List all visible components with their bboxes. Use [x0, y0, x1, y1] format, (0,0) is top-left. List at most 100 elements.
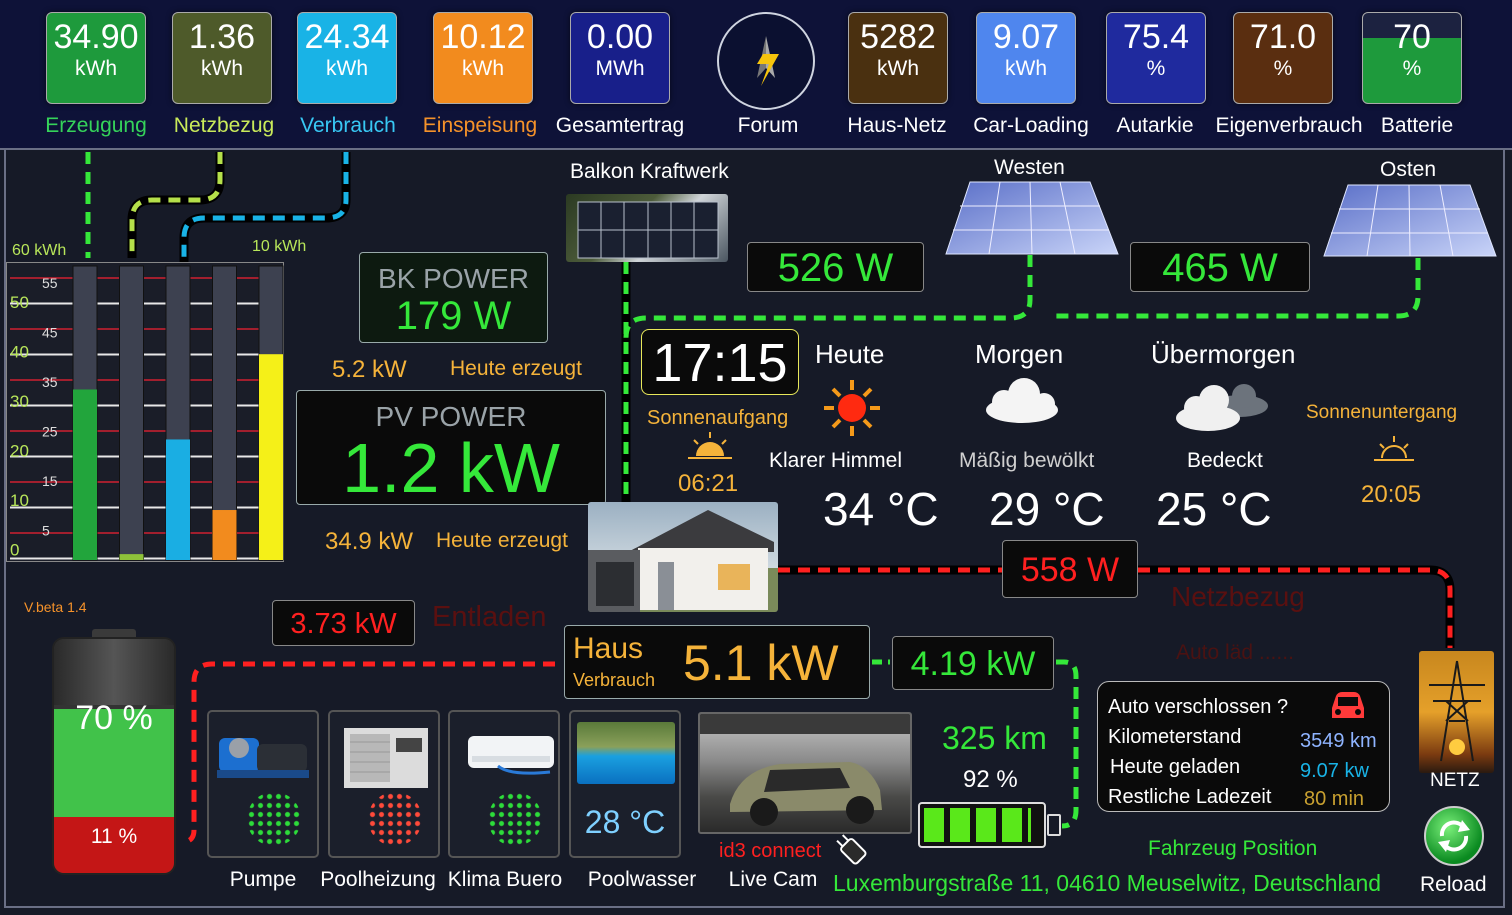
device-label-klima: Klima Buero	[447, 868, 563, 891]
pv-power-value: 1.2 kW	[342, 429, 560, 507]
status-dots-green	[247, 792, 301, 846]
label-haus-netz: Haus-Netz	[847, 114, 947, 137]
car-photo-icon	[700, 714, 910, 826]
tile-netzbezug[interactable]: 1.36 kWh	[172, 12, 272, 104]
device-klima-buero[interactable]	[448, 710, 560, 858]
house-power: 5.1 kW	[683, 635, 839, 691]
house-icon	[588, 510, 774, 612]
grid-power-box: 558 W	[1002, 540, 1138, 598]
car-battery-graphic	[918, 802, 1046, 848]
weather-day-tomorrow: Morgen	[975, 339, 1064, 369]
weather-desc-tomorrow: Mäßig bewölkt	[959, 449, 1095, 472]
bk-today-label: Heute erzeugt	[450, 357, 582, 380]
tile-haus-netz[interactable]: 5282 kWh	[848, 12, 948, 104]
car-power-value: 4.19 kW	[910, 645, 1036, 683]
car-power-box: 4.19 kW	[892, 636, 1054, 690]
sunset-time: 20:05	[1361, 481, 1422, 508]
heat-pump-icon	[344, 728, 428, 788]
east-power-box: 465 W	[1130, 242, 1310, 292]
label-einspeisung: Einspeisung	[422, 114, 538, 137]
vehicle-address: Luxemburgstraße 11, 04610 Meuselwitz, De…	[833, 870, 1382, 896]
west-power-value: 526 W	[777, 246, 894, 290]
tile-batterie[interactable]: 70 %	[1362, 12, 1462, 104]
reload-icon	[1438, 820, 1470, 852]
weather-day-today: Heute	[815, 339, 885, 369]
balkon-solar-image	[566, 194, 728, 262]
tile-value: 1.36	[188, 18, 256, 56]
label-netzbezug: Netzbezug	[173, 114, 275, 137]
pv-power-panel: PV POWER 1.2 kW	[296, 390, 606, 505]
tile-car-loading[interactable]: 9.07 kWh	[976, 12, 1076, 104]
battery-low-percent: 11 %	[90, 825, 138, 848]
tile-value: 70	[1393, 18, 1431, 56]
tile-value: 71.0	[1249, 18, 1317, 56]
label-forum: Forum	[737, 114, 799, 137]
battery-power-value: 3.73 kW	[290, 608, 397, 640]
power-tower-icon	[1429, 660, 1485, 762]
bk-power-panel: BK POWER 179 W	[359, 252, 548, 343]
pv-today-value: 34.9 kW	[325, 528, 414, 555]
device-poolheizung[interactable]	[328, 710, 440, 858]
weather-temp-today: 34 °C	[823, 483, 939, 535]
tile-erzeugung[interactable]: 34.90 kWh	[46, 12, 146, 104]
sunset-label: Sonnenuntergang	[1306, 402, 1458, 423]
grid-flow-label: Netzbezug	[1171, 581, 1305, 612]
tile-value: 9.07	[992, 18, 1060, 56]
house-consumption-panel: Haus Verbrauch 5.1 kW	[564, 625, 870, 699]
car-battery-tip	[1047, 814, 1061, 836]
forum-button[interactable]	[717, 12, 815, 110]
tile-value: 75.4	[1122, 18, 1190, 56]
tile-unit: kWh	[201, 57, 243, 80]
device-pumpe[interactable]	[207, 710, 319, 858]
label-erzeugung: Erzeugung	[45, 114, 147, 137]
tile-unit: kWh	[75, 57, 117, 80]
tile-unit: %	[1273, 57, 1293, 80]
energy-bar-chart	[6, 262, 284, 562]
device-label-pumpe: Pumpe	[229, 868, 297, 891]
solar-panel-icon	[577, 201, 719, 259]
car-info-panel: Auto verschlossen ? Kilometerstand 3549 …	[1097, 681, 1390, 812]
chart-right-label: 10 kWh	[252, 238, 307, 255]
east-title: Osten	[1380, 158, 1437, 181]
tile-value: 0.00	[586, 18, 654, 56]
balkon-title: Balkon Kraftwerk	[570, 160, 729, 183]
remaining-label: Restliche Ladezeit	[1108, 786, 1272, 808]
tile-unit: kWh	[1005, 57, 1047, 80]
label-gesamtertrag: Gesamtertrag	[555, 114, 685, 137]
tile-unit: %	[1402, 57, 1422, 80]
tile-value: 24.34	[304, 18, 390, 56]
tile-einspeisung[interactable]: 10.12 kWh	[433, 12, 533, 104]
live-cam-image[interactable]	[698, 712, 912, 834]
house-image	[588, 502, 778, 612]
sunrise-time: 06:21	[678, 470, 739, 497]
battery-power-box: 3.73 kW	[272, 600, 415, 646]
weather-desc-today: Klarer Himmel	[769, 449, 903, 472]
west-power-box: 526 W	[747, 242, 924, 292]
pv-today-label: Heute erzeugt	[436, 529, 568, 552]
car-lock-icon[interactable]	[1328, 688, 1368, 722]
device-poolwasser[interactable]: 28 °C	[569, 710, 681, 858]
clock-time: 17:15	[652, 333, 788, 393]
house-subtitle: Verbrauch	[573, 670, 656, 690]
bk-power-title: BK POWER	[378, 263, 529, 294]
id3-connect-link[interactable]: id3 connect	[719, 840, 821, 863]
tile-gesamtertrag[interactable]: 0.00 MWh	[570, 12, 670, 104]
tile-autarkie[interactable]: 75.4 %	[1106, 12, 1206, 104]
bk-power-value: 179 W	[395, 294, 512, 338]
tile-unit: kWh	[877, 57, 919, 80]
weather-temp-tomorrow: 29 °C	[989, 483, 1105, 535]
car-soc: 92 %	[963, 766, 1018, 793]
reload-button[interactable]	[1424, 806, 1484, 866]
chart-max-label: 60 kWh	[12, 242, 67, 259]
km-label: Kilometerstand	[1108, 726, 1242, 748]
charged-label: Heute geladen	[1110, 756, 1241, 778]
west-title: Westen	[994, 156, 1065, 179]
tile-verbrauch[interactable]: 24.34 kWh	[297, 12, 397, 104]
tile-value: 5282	[860, 18, 936, 56]
charged-value: 9.07 kw	[1300, 760, 1369, 782]
label-eigenverbrauch: Eigenverbrauch	[1215, 114, 1363, 137]
live-cam-label: Live Cam	[728, 868, 818, 891]
device-label-poolwasser: Poolwasser	[587, 868, 697, 891]
tile-eigenverbrauch[interactable]: 71.0 %	[1233, 12, 1333, 104]
tile-value: 10.12	[440, 18, 526, 56]
